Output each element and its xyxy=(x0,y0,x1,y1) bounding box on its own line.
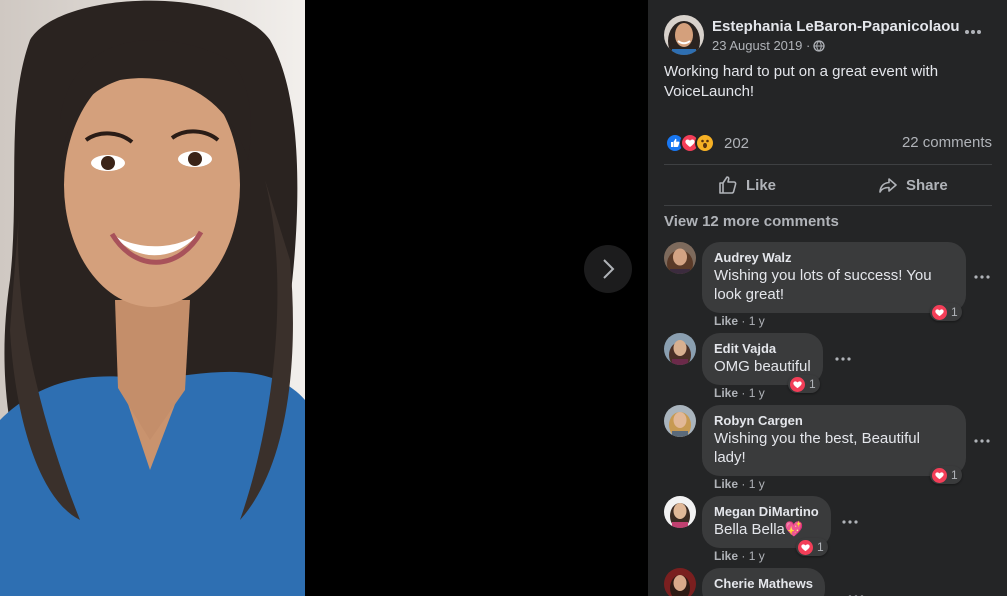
commenter-name[interactable]: Cherie Mathews xyxy=(714,576,813,592)
like-label: Like xyxy=(746,176,777,194)
comment-like-link[interactable]: Like xyxy=(714,549,738,563)
comment-like-link[interactable]: Like xyxy=(714,477,738,491)
comment-reaction-count: 1 xyxy=(951,468,958,482)
comment-reaction[interactable]: 1 xyxy=(788,375,820,393)
view-more-comments-link[interactable]: View 12 more comments xyxy=(664,213,839,230)
commenter-avatar[interactable] xyxy=(664,242,696,274)
thumbs-up-icon xyxy=(719,176,737,194)
wow-reaction-icon xyxy=(695,133,715,153)
post-photo xyxy=(0,0,305,596)
comment-text: Bella Bella💖 xyxy=(714,521,804,538)
more-horizontal-icon xyxy=(835,357,851,361)
divider xyxy=(664,205,992,206)
comment-time[interactable]: · 1 y xyxy=(741,314,764,328)
comment-bubble: Cherie Mathews xyxy=(702,568,825,596)
next-photo-button[interactable] xyxy=(584,245,632,293)
commenter-name[interactable]: Audrey Walz xyxy=(714,250,954,266)
comment-item: Edit Vajda OMG beautiful 1 Like · 1 y xyxy=(664,333,1004,403)
post-text: Working hard to put on a great event wit… xyxy=(664,63,939,100)
comment-bubble: Robyn Cargen Wishing you the best, Beaut… xyxy=(702,405,966,476)
comment-more-options-button[interactable] xyxy=(974,432,990,448)
share-button[interactable]: Share xyxy=(878,170,948,200)
comment-text: Wishing you the best, Beautiful lady! xyxy=(714,430,920,466)
comment-more-options-button[interactable] xyxy=(848,588,864,596)
more-horizontal-icon xyxy=(974,275,990,279)
comment-more-options-button[interactable] xyxy=(835,350,851,366)
comment-bubble: Audrey Walz Wishing you lots of success!… xyxy=(702,242,966,313)
comment-reaction-count: 1 xyxy=(809,377,816,391)
comment-more-options-button[interactable] xyxy=(842,513,858,529)
post-more-options-button[interactable] xyxy=(959,22,987,46)
comment-item: Robyn Cargen Wishing you the best, Beaut… xyxy=(664,405,1004,495)
comment-footer: Like · 1 y xyxy=(714,314,765,328)
comment-footer: Like · 1 y xyxy=(714,549,765,563)
like-button[interactable]: Like xyxy=(718,170,776,200)
share-icon xyxy=(879,178,897,193)
comment-item: Megan DiMartino Bella Bella💖 1 Like · 1 … xyxy=(664,496,1004,566)
share-label: Share xyxy=(906,176,948,194)
comment-time[interactable]: · 1 y xyxy=(741,549,764,563)
comment-footer: Like · 1 y xyxy=(714,386,765,400)
love-reaction-icon xyxy=(932,467,947,483)
comment-time[interactable]: · 1 y xyxy=(741,386,764,400)
more-horizontal-icon xyxy=(842,520,858,524)
author-name[interactable]: Estephania LeBaron-Papanicolaou xyxy=(712,18,960,35)
comment-count[interactable]: 22 comments xyxy=(902,134,992,151)
comment-time[interactable]: · 1 y xyxy=(741,477,764,491)
reaction-summary[interactable]: 202 xyxy=(665,133,749,153)
photo-viewer xyxy=(0,0,648,596)
comment-footer: Like · 1 y xyxy=(714,477,765,491)
commenter-name[interactable]: Megan DiMartino xyxy=(714,504,819,520)
comment-more-options-button[interactable] xyxy=(974,268,990,284)
commenter-avatar[interactable] xyxy=(664,405,696,437)
comment-item: Audrey Walz Wishing you lots of success!… xyxy=(664,242,1004,332)
comment-like-link[interactable]: Like xyxy=(714,386,738,400)
love-reaction-icon xyxy=(790,376,805,392)
more-horizontal-icon xyxy=(974,439,990,443)
chevron-right-icon xyxy=(603,259,615,279)
author-avatar[interactable] xyxy=(664,15,704,55)
commenter-avatar[interactable] xyxy=(664,568,696,596)
divider xyxy=(664,164,992,165)
post-timestamp: 23 August 2019 · xyxy=(712,38,825,53)
comment-like-link[interactable]: Like xyxy=(714,314,738,328)
comment-reaction[interactable]: 1 xyxy=(930,466,962,484)
commenter-avatar[interactable] xyxy=(664,496,696,528)
comment-text: Wishing you lots of success! You look gr… xyxy=(714,267,932,303)
comment-text: OMG beautiful xyxy=(714,358,811,375)
comment-reaction[interactable]: 1 xyxy=(930,303,962,321)
post-date[interactable]: 23 August 2019 · xyxy=(712,38,810,53)
love-reaction-icon xyxy=(932,304,947,320)
reaction-count[interactable]: 202 xyxy=(724,135,749,152)
commenter-name[interactable]: Edit Vajda xyxy=(714,341,811,357)
commenter-name[interactable]: Robyn Cargen xyxy=(714,413,954,429)
post-detail-panel: Estephania LeBaron-Papanicolaou 23 Augus… xyxy=(648,0,1007,596)
more-horizontal-icon xyxy=(965,30,981,34)
globe-icon xyxy=(813,39,825,52)
comment-reaction-count: 1 xyxy=(951,305,958,319)
commenter-avatar[interactable] xyxy=(664,333,696,365)
comment-reaction[interactable]: 1 xyxy=(796,538,828,556)
love-reaction-icon xyxy=(798,539,813,555)
comment-reaction-count: 1 xyxy=(817,540,824,554)
comment-item: Cherie Mathews xyxy=(664,568,1004,596)
